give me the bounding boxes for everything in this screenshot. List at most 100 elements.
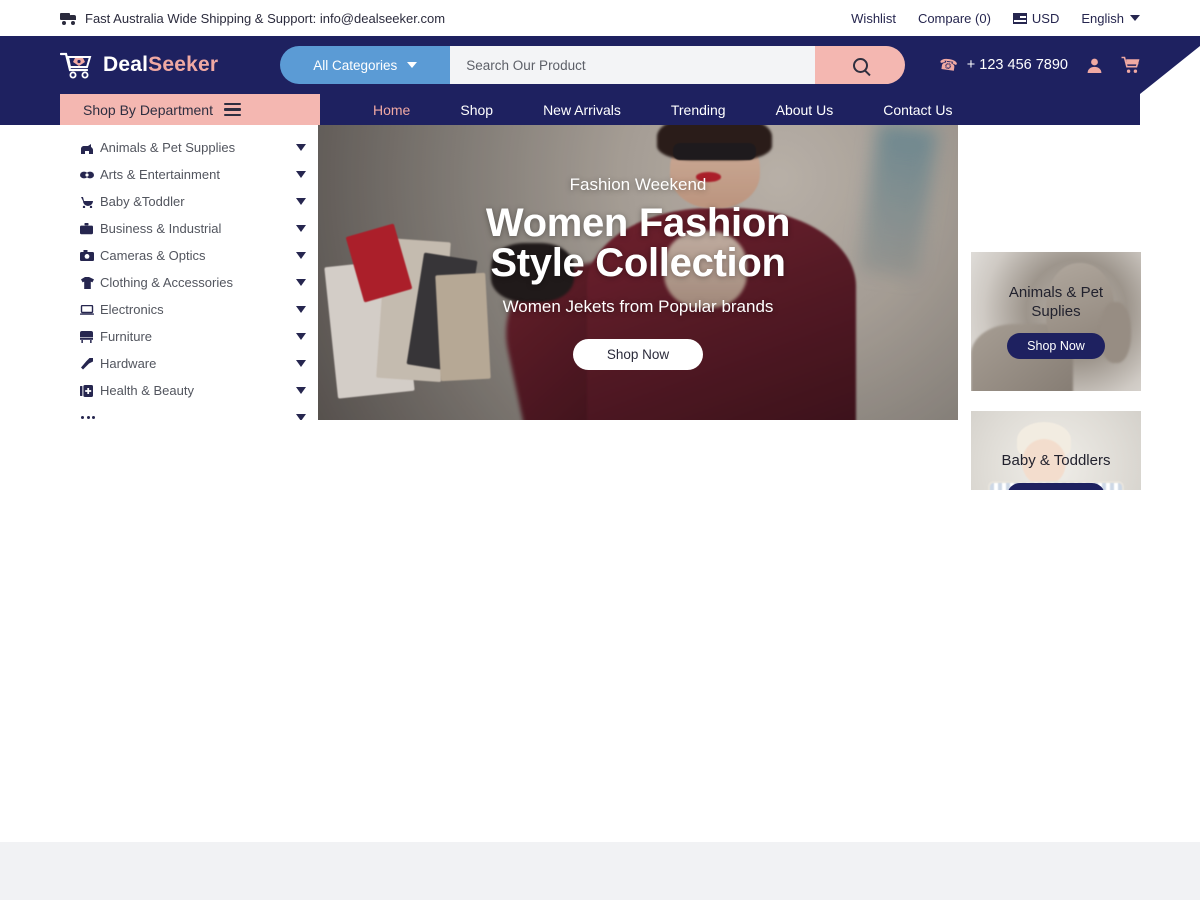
category-dropdown[interactable]: All Categories [280, 46, 451, 84]
chevron-down-icon[interactable] [296, 333, 306, 340]
logo-primary: Deal [103, 53, 149, 76]
nav-item-home[interactable]: Home [348, 102, 435, 118]
header-actions: ☎ + 123 456 7890 [937, 55, 1140, 76]
promo-card-animals-pet-supplies[interactable]: Animals & Pet Suplies Shop Now [971, 252, 1141, 391]
chevron-down-icon[interactable] [296, 144, 306, 151]
hero-eyebrow: Fashion Weekend [569, 175, 707, 194]
category-dropdown-label: All Categories [313, 57, 398, 73]
camera-icon [80, 250, 100, 261]
sidebar-item-label: Electronics [100, 302, 164, 317]
hero-title-line-2: Style Collection [490, 241, 786, 285]
chevron-down-icon[interactable] [296, 414, 306, 420]
sidebar-item-cameras-optics[interactable]: Cameras & Optics [60, 242, 320, 269]
ellipsis-icon [80, 416, 100, 419]
language-selector[interactable]: English [1081, 11, 1140, 26]
sidebar-item-arts-entertainment[interactable]: Arts & Entertainment [60, 161, 320, 188]
logo-accent: Seeker [148, 53, 219, 76]
stroller-icon [80, 196, 100, 208]
nav-item-trending[interactable]: Trending [646, 102, 751, 118]
chevron-down-icon[interactable] [296, 279, 306, 286]
sidebar-item-more[interactable] [60, 404, 320, 420]
compare-link[interactable]: Compare (0) [918, 11, 991, 26]
sidebar-item-label: Cameras & Optics [100, 248, 206, 263]
sidebar-item-clothing-accessories[interactable]: Clothing & Accessories [60, 269, 320, 296]
search-icon [852, 57, 868, 73]
sidebar-item-label: Animals & Pet Supplies [100, 140, 236, 155]
tshirt-icon [80, 276, 100, 289]
chevron-down-icon [1130, 15, 1140, 21]
language-label: English [1081, 10, 1124, 26]
chevron-down-icon[interactable] [296, 360, 306, 367]
chevron-down-icon [407, 62, 418, 68]
phone-icon: ☎ [937, 55, 959, 76]
sidebar-item-baby-toddler[interactable]: Baby &Toddler [60, 188, 320, 215]
promo-shop-now-button[interactable]: Shop Now [1007, 333, 1105, 360]
truck-icon [60, 12, 77, 25]
cart-icon[interactable] [1121, 56, 1140, 74]
search-bar: All Categories [280, 46, 906, 84]
top-links: Wishlist Compare (0) USD English [851, 11, 1140, 26]
sidebar-item-health-beauty[interactable]: Health & Beauty [60, 377, 320, 404]
site-logo[interactable]: DealSeeker [60, 51, 218, 79]
sidebar-item-label: Arts & Entertainment [100, 167, 220, 182]
promo-card-title: Animals & Pet Suplies [1008, 283, 1104, 320]
hamburger-menu-icon [223, 102, 241, 117]
nav-item-contact-us[interactable]: Contact Us [858, 102, 977, 118]
sidebar-item-electronics[interactable]: Electronics [60, 296, 320, 323]
main-navigation-row: Shop By Department Home Shop New Arrival… [0, 94, 1200, 125]
chair-icon [80, 330, 100, 343]
department-category-sidebar: Animals & Pet Supplies Arts & Entertainm… [60, 125, 320, 420]
phone-contact[interactable]: ☎ + 123 456 7890 [937, 55, 1068, 76]
masks-icon [80, 170, 100, 180]
top-announcement-bar: Fast Australia Wide Shipping & Support: … [0, 0, 1200, 36]
phone-number: + 123 456 7890 [966, 57, 1068, 73]
sidebar-item-label: Health & Beauty [100, 383, 194, 398]
logo-wordmark: DealSeeker [103, 53, 218, 77]
pet-icon [80, 142, 100, 154]
products-section: View All TOP RATED ITEMS MOST SELLING IT… [0, 490, 1200, 842]
chevron-down-icon[interactable] [296, 198, 306, 205]
chevron-down-icon[interactable] [296, 387, 306, 394]
nav-links: Home Shop New Arrivals Trending About Us… [348, 94, 977, 125]
search-input[interactable] [450, 46, 816, 84]
sidebar-item-label: Hardware [100, 356, 157, 371]
sidebar-item-label: Clothing & Accessories [100, 275, 233, 290]
sidebar-item-label: Furniture [100, 329, 153, 344]
chevron-down-icon[interactable] [296, 171, 306, 178]
wishlist-link[interactable]: Wishlist [851, 11, 896, 26]
sidebar-item-hardware[interactable]: Hardware [60, 350, 320, 377]
briefcase-icon [80, 222, 100, 235]
currency-label: USD [1031, 10, 1060, 26]
hammer-icon [80, 357, 100, 370]
sidebar-item-label: Business & Industrial [100, 221, 222, 236]
shop-by-department-button[interactable]: Shop By Department [60, 94, 320, 125]
chevron-down-icon[interactable] [296, 252, 306, 259]
hero-shop-now-button[interactable]: Shop Now [572, 339, 704, 370]
shipping-notice: Fast Australia Wide Shipping & Support: … [60, 11, 445, 26]
footer-band [0, 842, 1200, 900]
nav-item-shop[interactable]: Shop [435, 102, 518, 118]
nav-item-new-arrivals[interactable]: New Arrivals [518, 102, 646, 118]
site-header: DealSeeker All Categories ☎ + 123 456 78… [0, 36, 1200, 94]
shop-by-department-label: Shop By Department [83, 101, 213, 118]
sidebar-item-furniture[interactable]: Furniture [60, 323, 320, 350]
sidebar-item-business-industrial[interactable]: Business & Industrial [60, 215, 320, 242]
flag-icon [1012, 12, 1027, 24]
shipping-notice-text: Fast Australia Wide Shipping & Support: … [85, 10, 446, 26]
sidebar-item-animals-pet-supplies[interactable]: Animals & Pet Supplies [60, 134, 320, 161]
sidebar-item-label: Baby &Toddler [100, 194, 185, 209]
laptop-icon [80, 304, 100, 315]
nav-item-about-us[interactable]: About Us [751, 102, 859, 118]
firstaid-icon [80, 384, 100, 397]
hero-banner[interactable]: Fashion Weekend Women Fashion Style Coll… [318, 125, 958, 420]
chevron-down-icon[interactable] [296, 306, 306, 313]
user-icon[interactable] [1086, 57, 1103, 74]
search-submit-button[interactable] [815, 46, 906, 84]
chevron-down-icon[interactable] [296, 225, 306, 232]
hero-zone: Animals & Pet Supplies Arts & Entertainm… [0, 125, 1200, 615]
hero-title-line-1: Women Fashion [485, 201, 791, 245]
cart-logo-icon [60, 51, 94, 79]
hero-subtitle: Women Jekets from Popular brands [502, 297, 774, 316]
promo-card-title: Baby & Toddlers [1001, 452, 1111, 470]
currency-selector[interactable]: USD [1012, 10, 1060, 26]
